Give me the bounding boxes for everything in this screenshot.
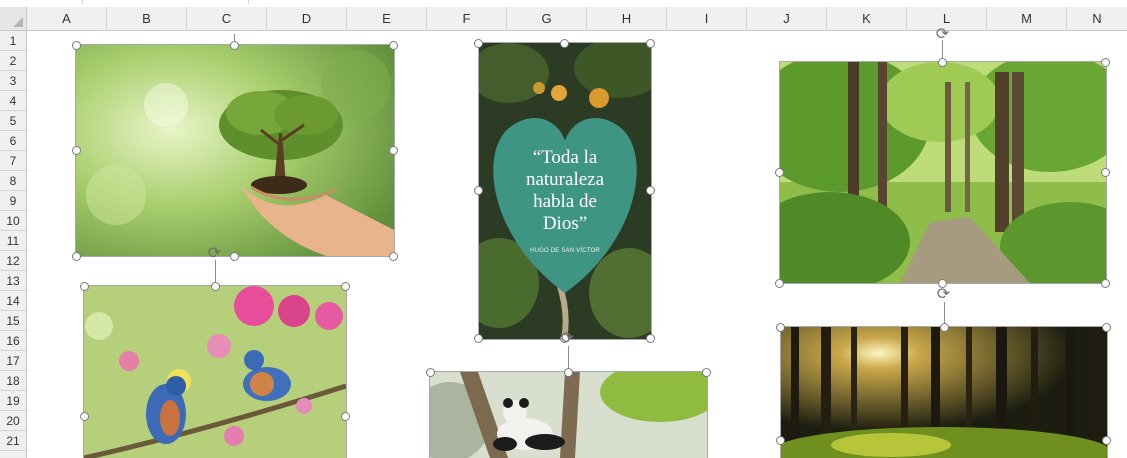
column-header-d[interactable]: D: [267, 7, 347, 30]
resize-handle-nw[interactable]: [426, 368, 435, 377]
sunlit-forest-illustration: [781, 327, 1107, 458]
row-header-16[interactable]: 16: [0, 331, 26, 351]
rotation-stem: [215, 260, 216, 282]
resize-handle-sw[interactable]: [474, 334, 483, 343]
row-header-21[interactable]: 21: [0, 431, 26, 451]
row-header-bar: 1 2 3 4 5 6 7 8 9 10 11 12 13 14 15 16 1…: [0, 31, 27, 458]
resize-handle-se[interactable]: [646, 334, 655, 343]
column-header-k[interactable]: K: [827, 7, 907, 30]
forest-path-illustration: [780, 62, 1106, 283]
column-header-c[interactable]: C: [187, 7, 267, 30]
resize-handle-e[interactable]: [1102, 436, 1111, 445]
hands-tree-illustration: [76, 45, 394, 256]
bluebirds-illustration: [84, 286, 346, 458]
row-header-2[interactable]: 2: [0, 51, 26, 71]
panda-illustration: [430, 372, 707, 458]
resize-handle-e[interactable]: [1101, 168, 1110, 177]
resize-handle-n[interactable]: [211, 282, 220, 291]
rotation-stem: [568, 346, 569, 368]
row-header-20[interactable]: 20: [0, 411, 26, 431]
resize-handle-n[interactable]: [938, 58, 947, 67]
row-header-6[interactable]: 6: [0, 131, 26, 151]
formula-bar-edge: [0, 0, 1127, 7]
picture-hands-tree[interactable]: [75, 44, 395, 257]
column-header-f[interactable]: F: [427, 7, 507, 30]
row-header-17[interactable]: 17: [0, 351, 26, 371]
quote-body: “Toda la naturaleza habla de Dios”: [525, 147, 605, 234]
resize-handle-ne[interactable]: [389, 41, 398, 50]
resize-handle-n[interactable]: [564, 368, 573, 377]
row-header-1[interactable]: 1: [0, 31, 26, 51]
resize-handle-w[interactable]: [80, 412, 89, 421]
row-header-8[interactable]: 8: [0, 171, 26, 191]
row-header-3[interactable]: 3: [0, 71, 26, 91]
rotation-stem: [942, 40, 943, 58]
column-header-n[interactable]: N: [1067, 7, 1127, 30]
quote-author: HUGO DE SAN VÍCTOR: [530, 248, 600, 254]
row-header-18[interactable]: 18: [0, 371, 26, 391]
resize-handle-n[interactable]: [230, 41, 239, 50]
row-header-9[interactable]: 9: [0, 191, 26, 211]
quote-text: “Toda la naturaleza habla de Dios”: [479, 147, 651, 235]
column-header-e[interactable]: E: [347, 7, 427, 30]
row-header-11[interactable]: 11: [0, 231, 26, 251]
column-header-m[interactable]: M: [987, 7, 1067, 30]
resize-handle-ne[interactable]: [1102, 323, 1111, 332]
column-header-i[interactable]: I: [667, 7, 747, 30]
resize-handle-e[interactable]: [646, 186, 655, 195]
rotate-icon[interactable]: ⟳: [935, 286, 952, 303]
resize-handle-se[interactable]: [1101, 279, 1110, 288]
rotation-stem: [944, 302, 945, 323]
resize-handle-ne[interactable]: [1101, 58, 1110, 67]
column-header-a[interactable]: A: [27, 7, 107, 30]
resize-handle-ne[interactable]: [341, 282, 350, 291]
resize-handle-nw[interactable]: [474, 39, 483, 48]
select-all-triangle-icon: [13, 17, 23, 27]
column-header-j[interactable]: J: [747, 7, 827, 30]
row-header-15[interactable]: 15: [0, 311, 26, 331]
resize-handle-nw[interactable]: [80, 282, 89, 291]
column-header-b[interactable]: B: [107, 7, 187, 30]
resize-handle-sw[interactable]: [775, 279, 784, 288]
resize-handle-w[interactable]: [474, 186, 483, 195]
resize-handle-sw[interactable]: [72, 252, 81, 261]
resize-handle-w[interactable]: [775, 168, 784, 177]
column-header-bar: A B C D E F G H I J K L M N: [0, 7, 1127, 31]
resize-handle-ne[interactable]: [646, 39, 655, 48]
resize-handle-nw[interactable]: [776, 323, 785, 332]
select-all-button[interactable]: [0, 7, 27, 30]
picture-panda[interactable]: [429, 371, 708, 458]
row-header-14[interactable]: 14: [0, 291, 26, 311]
column-header-h[interactable]: H: [587, 7, 667, 30]
row-header-10[interactable]: 10: [0, 211, 26, 231]
resize-handle-ne[interactable]: [702, 368, 711, 377]
resize-handle-e[interactable]: [341, 412, 350, 421]
row-header-4[interactable]: 4: [0, 91, 26, 111]
resize-handle-w[interactable]: [776, 436, 785, 445]
picture-forest-path[interactable]: [779, 61, 1107, 284]
row-header-19[interactable]: 19: [0, 391, 26, 411]
rotation-stem: [234, 34, 235, 42]
row-header-5[interactable]: 5: [0, 111, 26, 131]
resize-handle-se[interactable]: [389, 252, 398, 261]
rotate-icon[interactable]: ⟳: [559, 330, 576, 347]
row-header-12[interactable]: 12: [0, 251, 26, 271]
resize-handle-n[interactable]: [560, 39, 569, 48]
resize-handle-nw[interactable]: [72, 41, 81, 50]
resize-handle-e[interactable]: [389, 146, 398, 155]
resize-handle-w[interactable]: [72, 146, 81, 155]
picture-quote-heart[interactable]: “Toda la naturaleza habla de Dios” HUGO …: [478, 42, 652, 340]
resize-handle-n[interactable]: [940, 323, 949, 332]
row-header-13[interactable]: 13: [0, 271, 26, 291]
row-header-7[interactable]: 7: [0, 151, 26, 171]
picture-sunlit-forest[interactable]: [780, 326, 1108, 458]
picture-bluebirds[interactable]: [83, 285, 347, 458]
resize-handle-s[interactable]: [230, 252, 239, 261]
column-header-g[interactable]: G: [507, 7, 587, 30]
